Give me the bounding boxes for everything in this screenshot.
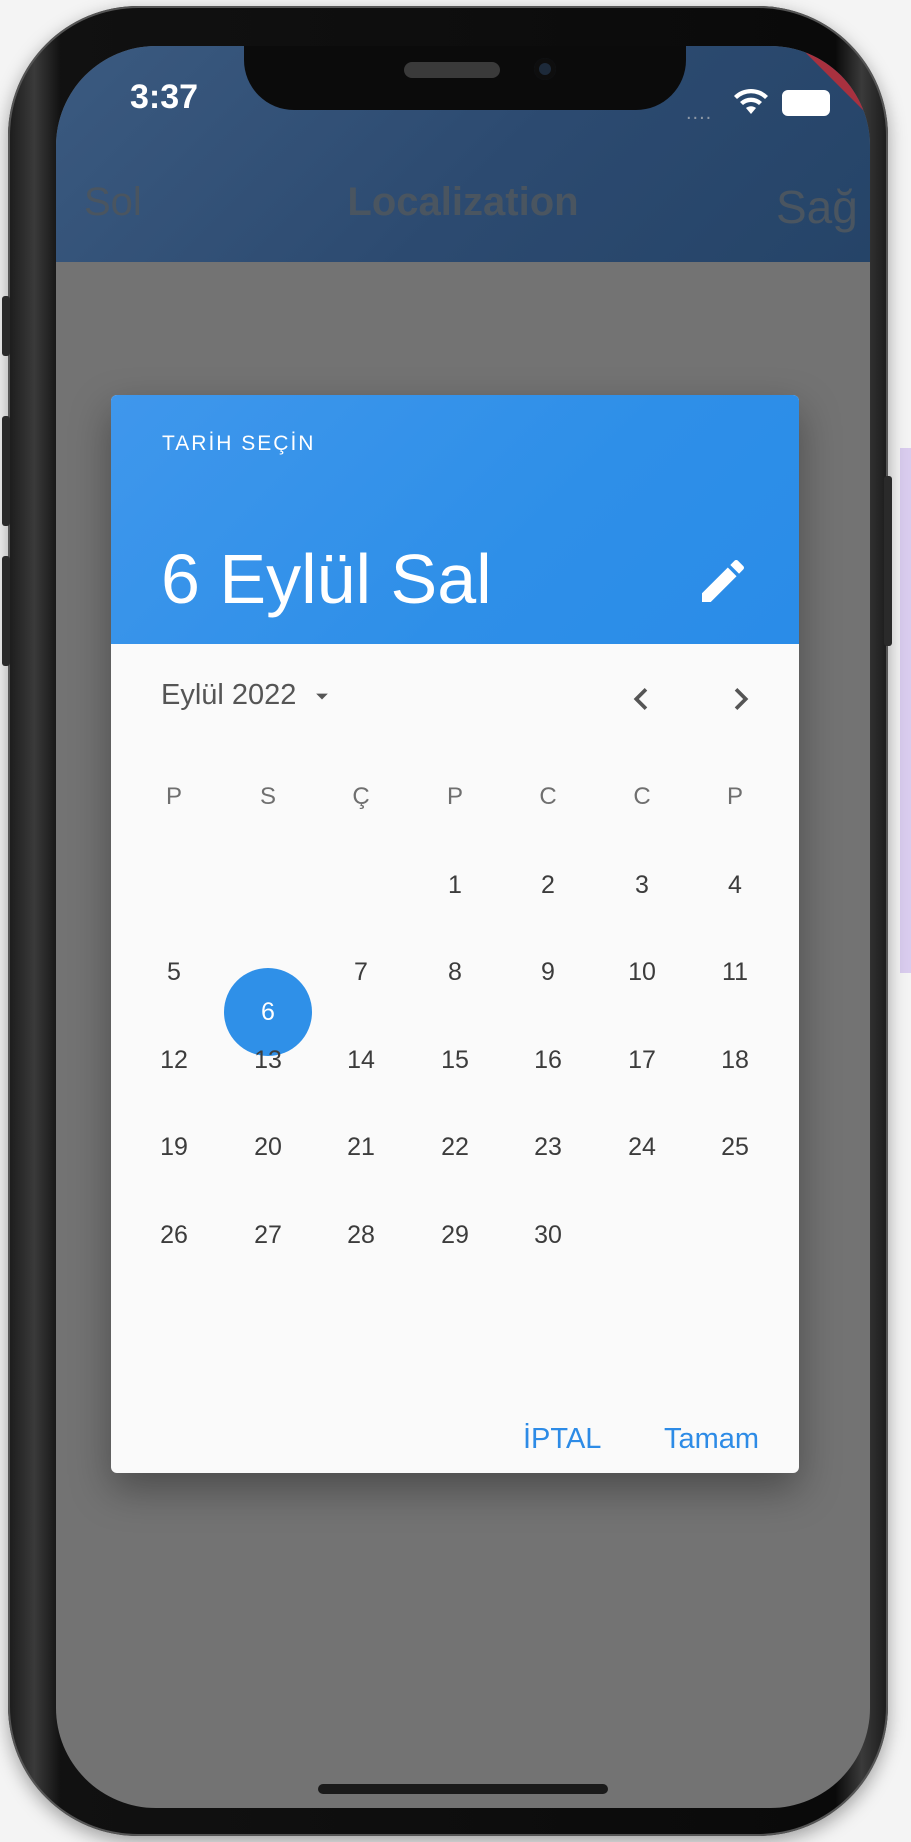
calendar-day[interactable]: 24 xyxy=(612,1133,672,1162)
calendar-day[interactable]: 17 xyxy=(612,1046,672,1075)
front-camera xyxy=(534,58,556,80)
calendar-day[interactable]: 14 xyxy=(331,1046,391,1075)
weekday-label: P xyxy=(726,783,743,810)
volume-down-button xyxy=(2,556,10,666)
signal-icon: .... xyxy=(686,102,713,124)
calendar-day[interactable]: 1 xyxy=(425,871,485,900)
weekday-label: C xyxy=(539,783,557,810)
calendar-day[interactable]: 13 xyxy=(238,1046,298,1075)
calendar-day[interactable]: 5 xyxy=(144,958,204,987)
weekday-label: S xyxy=(259,783,276,810)
date-picker-help-text: TARİH SEÇİN xyxy=(162,432,316,455)
background-strip xyxy=(900,448,911,973)
calendar-day[interactable]: 23 xyxy=(518,1133,578,1162)
wifi-icon xyxy=(734,88,768,114)
ok-button[interactable]: Tamam xyxy=(664,1423,759,1456)
calendar-day[interactable]: 15 xyxy=(425,1046,485,1075)
calendar-day[interactable]: 29 xyxy=(425,1221,485,1250)
calendar-day[interactable]: 10 xyxy=(612,958,672,987)
calendar-day[interactable]: 22 xyxy=(425,1133,485,1162)
calendar-day[interactable]: 4 xyxy=(705,871,765,900)
calendar-day[interactable]: 11 xyxy=(705,958,765,987)
speaker-grille xyxy=(404,62,500,78)
month-year-label: Eylül 2022 xyxy=(161,679,297,711)
calendar-day[interactable]: 12 xyxy=(144,1046,204,1075)
selected-date-title: 6 Eylül Sal xyxy=(161,540,492,618)
weekday-label: C xyxy=(633,783,651,810)
weekday-label: P xyxy=(446,783,463,810)
calendar-day[interactable]: 27 xyxy=(238,1221,298,1250)
calendar-day[interactable]: 8 xyxy=(425,958,485,987)
calendar-day[interactable]: 3 xyxy=(612,871,672,900)
date-picker-header: TARİH SEÇİN 6 Eylül Sal xyxy=(111,395,799,644)
calendar-day[interactable]: 16 xyxy=(518,1046,578,1075)
calendar-day[interactable]: 25 xyxy=(705,1133,765,1162)
volume-up-button xyxy=(2,416,10,526)
calendar-day[interactable]: 28 xyxy=(331,1221,391,1250)
calendar-day[interactable]: 7 xyxy=(331,958,391,987)
calendar-day[interactable]: 21 xyxy=(331,1133,391,1162)
power-button xyxy=(884,476,892,646)
calendar-day-selected[interactable]: 6 xyxy=(224,968,312,1056)
mute-switch xyxy=(2,296,10,356)
calendar-day[interactable]: 2 xyxy=(518,871,578,900)
edit-icon[interactable] xyxy=(695,553,751,609)
calendar-day[interactable]: 26 xyxy=(144,1221,204,1250)
app-bar-right-action[interactable]: Sağ xyxy=(776,180,858,234)
calendar-day[interactable]: 18 xyxy=(705,1046,765,1075)
calendar-day[interactable]: 19 xyxy=(144,1133,204,1162)
device-canvas: Sol Localization Sağ 3:37 .... DEBUG TAR… xyxy=(0,0,911,1842)
notch xyxy=(244,46,686,110)
status-time: 3:37 xyxy=(130,78,199,116)
calendar-day[interactable]: 20 xyxy=(238,1133,298,1162)
chevron-left-icon[interactable] xyxy=(619,677,663,721)
dropdown-arrow-icon xyxy=(316,693,329,699)
month-year-picker[interactable]: Eylül 2022 xyxy=(161,679,336,712)
home-indicator[interactable] xyxy=(318,1784,608,1794)
date-picker-dialog: TARİH SEÇİN 6 Eylül Sal Eylül 2022 P S Ç… xyxy=(111,395,799,1473)
calendar-day[interactable]: 30 xyxy=(518,1221,578,1250)
weekday-label: Ç xyxy=(352,783,370,810)
calendar-day[interactable]: 9 xyxy=(518,958,578,987)
debug-banner: DEBUG xyxy=(776,46,870,146)
debug-ribbon-label: DEBUG xyxy=(780,46,870,146)
cancel-button[interactable]: İPTAL xyxy=(523,1423,601,1456)
app-bar-title: Localization xyxy=(347,180,579,224)
chevron-right-icon[interactable] xyxy=(719,677,763,721)
weekday-label: P xyxy=(165,783,182,810)
